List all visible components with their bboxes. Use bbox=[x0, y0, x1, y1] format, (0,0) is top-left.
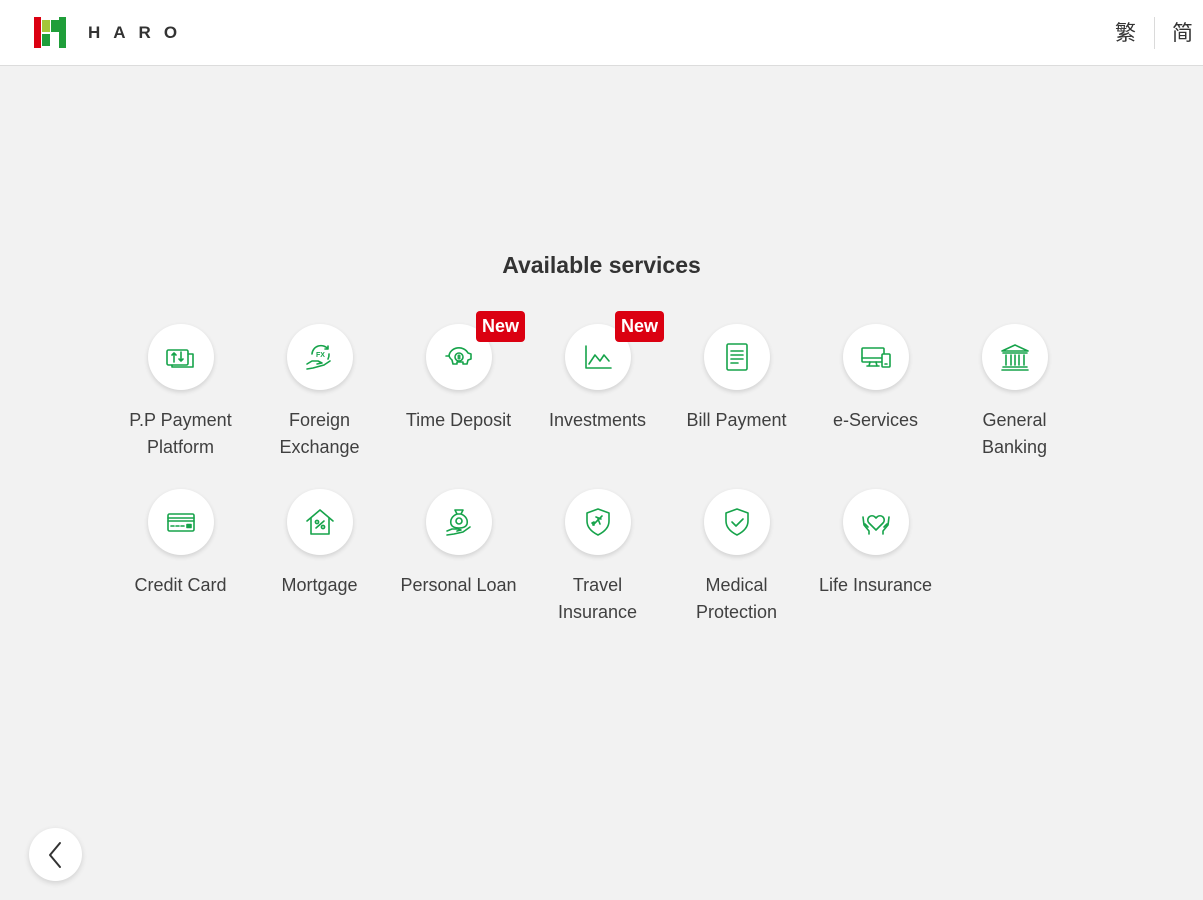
service-label: Travel Insurance bbox=[557, 575, 638, 622]
service-label: Time Deposit bbox=[405, 410, 512, 430]
service-icon-circle bbox=[147, 489, 214, 555]
service-general-banking[interactable]: General Banking bbox=[945, 324, 1084, 489]
service-icon-circle bbox=[425, 489, 492, 555]
service-pp-payment[interactable]: P.P Payment Platform bbox=[111, 324, 250, 489]
service-label: Credit Card bbox=[134, 575, 227, 595]
service-travel-insurance[interactable]: Travel Insurance bbox=[528, 489, 667, 654]
services-row: Credit Card Mortgage Personal Loan Trave… bbox=[111, 489, 1091, 654]
service-e-services[interactable]: e-Services bbox=[806, 324, 945, 489]
line-chart-icon bbox=[584, 345, 612, 369]
brand-name: HARO bbox=[88, 22, 191, 42]
lang-traditional-button[interactable]: 繁 bbox=[1104, 18, 1154, 48]
new-badge: New bbox=[615, 311, 665, 342]
credit-card-icon bbox=[166, 513, 195, 532]
language-switcher: 繁 简 bbox=[1104, 0, 1203, 66]
payment-transfer-icon bbox=[165, 349, 194, 368]
service-label: Foreign Exchange bbox=[279, 410, 360, 457]
service-icon-circle bbox=[564, 489, 631, 555]
service-foreign-exchange[interactable]: FX Foreign Exchange bbox=[250, 324, 389, 489]
service-label: Bill Payment bbox=[686, 410, 787, 430]
piggy-bank-icon bbox=[444, 347, 472, 365]
service-label: P.P Payment Platform bbox=[129, 410, 232, 457]
lang-simplified-button[interactable]: 简 bbox=[1155, 18, 1203, 48]
service-bill-payment[interactable]: Bill Payment bbox=[667, 324, 806, 489]
service-icon-circle bbox=[286, 489, 353, 555]
service-icon-circle bbox=[842, 324, 909, 390]
service-label: Personal Loan bbox=[400, 575, 517, 595]
house-percent-icon bbox=[305, 509, 334, 535]
page-title: Available services bbox=[502, 252, 701, 278]
service-label: Investments bbox=[548, 410, 647, 430]
service-icon-circle bbox=[703, 489, 770, 555]
service-label: General Banking bbox=[981, 410, 1048, 457]
service-icon-circle: FX bbox=[286, 324, 353, 390]
service-mortgage[interactable]: Mortgage bbox=[250, 489, 389, 654]
bill-document-icon bbox=[725, 343, 748, 371]
service-investments[interactable]: Investments New bbox=[528, 311, 667, 489]
service-medical-protection[interactable]: Medical Protection bbox=[667, 489, 806, 654]
service-icon-circle bbox=[147, 324, 214, 390]
money-bag-hand-icon bbox=[445, 509, 471, 536]
top-bar: HARO 繁 简 bbox=[0, 0, 1203, 66]
service-icon-circle bbox=[703, 324, 770, 390]
service-time-deposit[interactable]: Time Deposit New bbox=[389, 311, 528, 489]
chevron-left-icon bbox=[48, 841, 61, 868]
fx-exchange-icon: FX bbox=[305, 344, 331, 370]
heart-hands-icon bbox=[861, 514, 890, 535]
logo-mark-icon bbox=[34, 17, 66, 48]
shield-plane-icon bbox=[585, 508, 610, 536]
service-credit-card[interactable]: Credit Card bbox=[111, 489, 250, 654]
svg-text:FX: FX bbox=[316, 352, 325, 359]
services-grid: P.P Payment Platform FX Foreign Exchange bbox=[111, 311, 1091, 654]
devices-icon bbox=[860, 347, 891, 368]
bank-building-icon bbox=[1000, 344, 1029, 371]
service-icon-circle bbox=[842, 489, 909, 555]
service-icon-circle bbox=[981, 324, 1048, 390]
service-personal-loan[interactable]: Personal Loan bbox=[389, 489, 528, 654]
service-label: e-Services bbox=[832, 410, 919, 430]
back-button[interactable] bbox=[29, 828, 82, 881]
service-label: Life Insurance bbox=[818, 575, 933, 595]
service-label: Medical Protection bbox=[695, 575, 778, 622]
service-label: Mortgage bbox=[281, 575, 358, 595]
shield-check-icon bbox=[724, 508, 749, 536]
logo[interactable]: HARO bbox=[34, 17, 190, 48]
service-life-insurance[interactable]: Life Insurance bbox=[806, 489, 945, 654]
services-row: P.P Payment Platform FX Foreign Exchange bbox=[111, 311, 1091, 489]
new-badge: New bbox=[476, 311, 526, 342]
